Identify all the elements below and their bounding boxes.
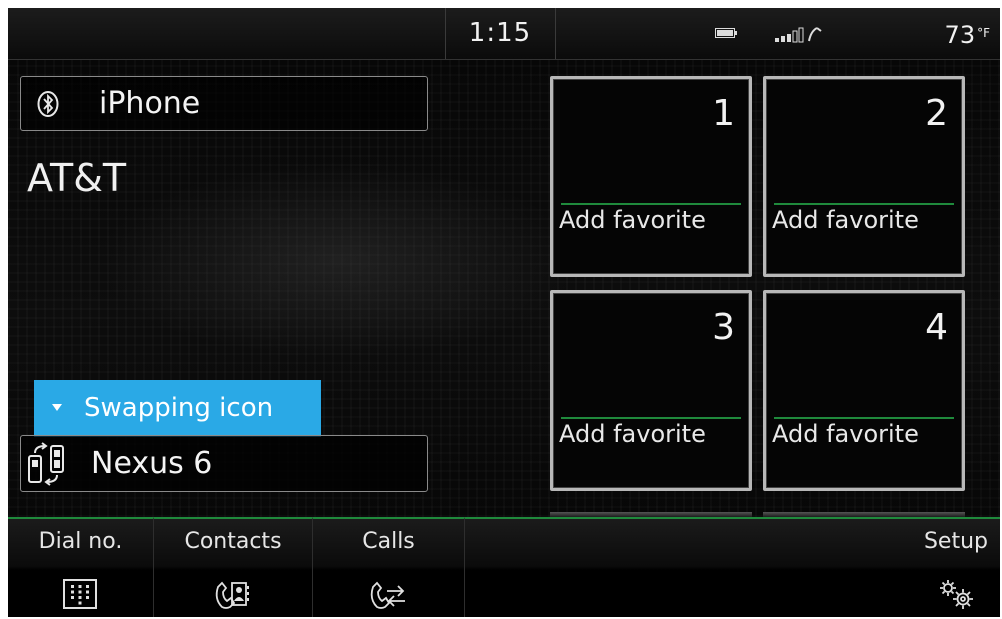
- gears-icon: [940, 580, 973, 609]
- favorite-number: 3: [712, 307, 735, 348]
- favorite-slot-3[interactable]: 3 Add favorite: [550, 290, 752, 491]
- bluetooth-icon: [37, 91, 59, 117]
- phone-main-area: iPhone AT&T Swapping icon Nexus 6 1 Add …: [8, 60, 1000, 518]
- favorite-number: 1: [712, 93, 735, 134]
- favorite-divider: [774, 417, 954, 419]
- favorite-divider: [561, 417, 741, 419]
- swapping-icon-tooltip: Swapping icon: [34, 380, 321, 437]
- tooltip-text: Swapping icon: [84, 393, 274, 423]
- favorite-slot-2[interactable]: 2 Add favorite: [763, 76, 965, 277]
- tab-setup[interactable]: Setup: [464, 517, 1000, 617]
- tab-contacts[interactable]: Contacts: [153, 517, 312, 617]
- tab-calls[interactable]: Calls: [312, 517, 464, 617]
- tab-dial-number[interactable]: Dial no.: [8, 517, 153, 617]
- infotainment-screen: 1:15 73 °F iPhone AT&T Swapping icon Nex…: [8, 8, 1000, 617]
- call-log-icon: [370, 581, 405, 609]
- phone-device-label: iPhone: [99, 86, 201, 121]
- bottom-menu-bar: Dial no. Contacts Calls Setup: [8, 517, 1000, 617]
- carrier-name: AT&T: [27, 156, 127, 200]
- clock: 1:15: [468, 18, 532, 48]
- secondary-phone-selector[interactable]: Nexus 6: [20, 435, 428, 492]
- tab-label: Dial no.: [38, 529, 123, 554]
- tab-label: Calls: [362, 529, 415, 554]
- active-phone-selector[interactable]: iPhone: [20, 76, 428, 131]
- temperature-value: 73: [944, 21, 976, 49]
- status-bar: 1:15 73 °F: [8, 8, 1000, 60]
- battery-icon: [715, 28, 737, 38]
- status-divider: [555, 8, 556, 59]
- outside-temperature: 73 °F: [945, 8, 990, 59]
- phone-swap-icon[interactable]: [27, 442, 71, 486]
- favorite-divider: [561, 203, 741, 205]
- contacts-icon: [215, 581, 249, 609]
- tab-label: Contacts: [184, 529, 282, 554]
- favorite-label: Add favorite: [772, 206, 919, 234]
- secondary-phone-name: Nexus 6: [91, 446, 213, 481]
- favorite-label: Add favorite: [559, 206, 706, 234]
- favorite-label: Add favorite: [772, 420, 919, 448]
- favorite-number: 4: [925, 307, 948, 348]
- favorite-label: Add favorite: [559, 420, 706, 448]
- favorite-divider: [774, 203, 954, 205]
- signal-icon: [775, 27, 822, 43]
- temperature-unit: °F: [977, 26, 990, 40]
- triangle-down-icon: [52, 404, 62, 411]
- favorite-number: 2: [925, 93, 948, 134]
- keypad-icon: [63, 579, 97, 609]
- setup-label: Setup: [923, 529, 988, 554]
- favorite-slot-1[interactable]: 1 Add favorite: [550, 76, 752, 277]
- favorite-slot-4[interactable]: 4 Add favorite: [763, 290, 965, 491]
